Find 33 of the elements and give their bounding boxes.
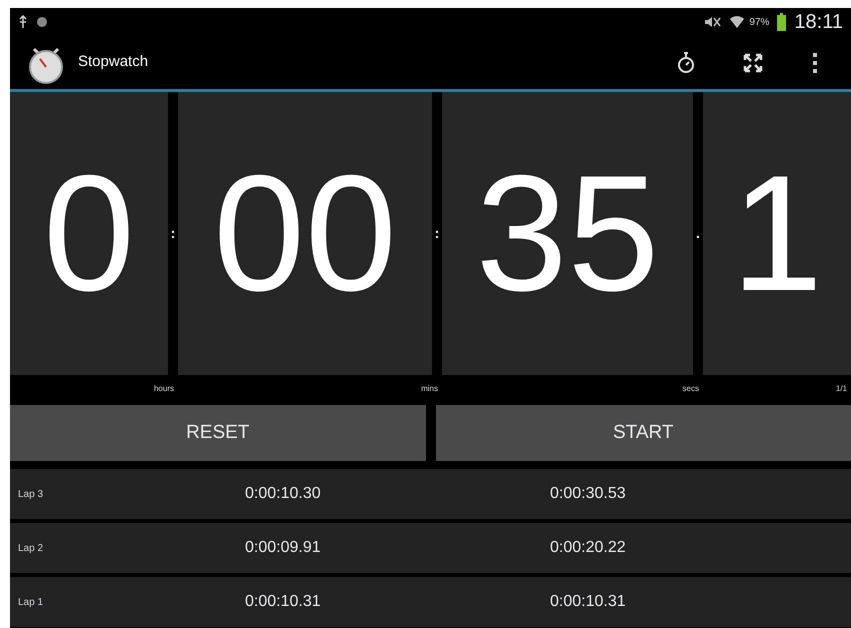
separator: : [170, 224, 176, 243]
mute-icon [703, 15, 722, 29]
total-time: 0:00:20.22 [550, 538, 626, 558]
usb-icon [18, 15, 28, 29]
digit-display: 35 [476, 151, 660, 316]
lap-time: 0:00:09.91 [245, 538, 322, 558]
lap-time: 0:00:10.31 [245, 592, 322, 612]
digit-display: 00 [213, 151, 397, 316]
unit-label: hours [154, 383, 174, 395]
unit-label: secs [682, 383, 699, 395]
lap-label: Lap 2 [17, 542, 44, 556]
stopwatch-icon [677, 52, 695, 74]
lap-time: 0:00:10.30 [245, 484, 322, 504]
total-time: 0:00:30.53 [550, 484, 626, 504]
battery-icon [777, 13, 786, 31]
menu-icon [812, 52, 818, 74]
digit-display: 1 [731, 151, 823, 316]
fullscreen-icon [743, 52, 763, 72]
separator: . [696, 224, 700, 243]
action-button[interactable]: START [436, 405, 851, 461]
action-button[interactable]: RESET [10, 405, 426, 461]
notification-icon [36, 16, 48, 28]
unit-label: 1/1 [836, 383, 847, 395]
battery-percent: 97% [749, 16, 770, 30]
clock: 18:11 [794, 10, 843, 35]
separator: : [434, 224, 440, 243]
lap-label: Lap 1 [17, 596, 44, 610]
unit-label: mins [421, 383, 438, 395]
digit-display: 0 [43, 151, 135, 316]
total-time: 0:00:10.31 [550, 592, 626, 612]
wifi-icon [729, 14, 746, 30]
app-title: Stopwatch [78, 52, 148, 72]
lap-label: Lap 3 [17, 488, 44, 502]
